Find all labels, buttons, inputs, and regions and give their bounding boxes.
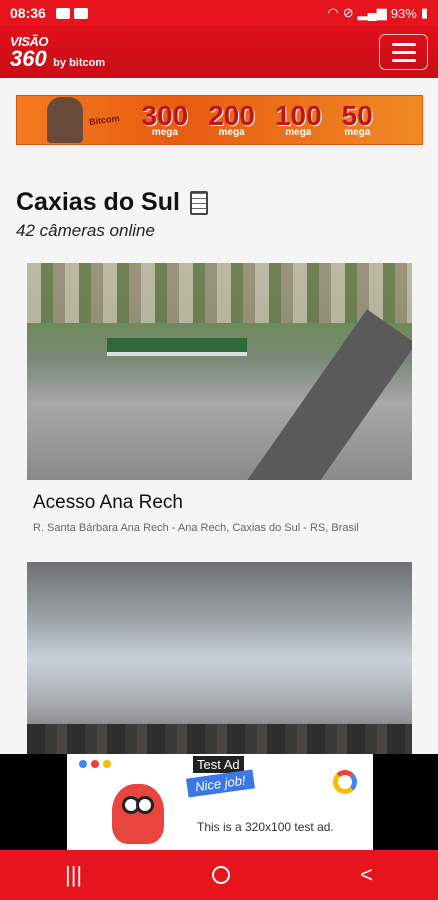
building-icon — [189, 190, 208, 215]
admob-logo-icon — [333, 770, 357, 794]
test-ad-banner[interactable]: Test Ad Nice job! This is a 320x100 test… — [67, 754, 373, 850]
back-button[interactable]: < — [360, 862, 373, 888]
thumbnail-houses — [27, 263, 412, 323]
camera-thumbnail[interactable] — [27, 562, 412, 779]
camera-title[interactable]: Acesso Ana Rech — [33, 492, 412, 514]
speed-offer: 200 mega — [208, 99, 255, 139]
camera-address: R. Santa Bárbara Ana Rech - Ana Rech, Ca… — [33, 522, 359, 534]
ad-text: This is a 320x100 test ad. — [197, 820, 334, 834]
menu-bar-icon — [391, 42, 416, 46]
battery-icon: ▮ — [420, 5, 428, 20]
speed-offer: 50 mega — [341, 99, 373, 139]
notification-icons — [55, 7, 88, 19]
battery-level: 93% — [390, 5, 417, 21]
status-right: ◠ ⊘ ▂▄▆ 93% ▮ — [327, 5, 428, 21]
camera-card[interactable] — [27, 562, 412, 779]
top-navbar: VISÃO 360 by bitcom — [0, 26, 438, 78]
recent-apps-button[interactable]: ||| — [65, 862, 82, 888]
notification-icon — [73, 7, 88, 19]
thumbnail-road — [217, 309, 412, 480]
speed-offer: 100 mega — [274, 99, 322, 139]
system-navigation-bar: ||| < — [0, 850, 438, 900]
logo-by: by bitcom — [53, 56, 106, 69]
banner-brand: Bitcom — [88, 112, 121, 128]
status-time: 08:36 — [10, 5, 46, 21]
city-heading: Caxias do Sul — [16, 188, 208, 217]
speed-offer: 300 mega — [141, 99, 189, 139]
notification-icon — [55, 7, 70, 19]
ad-label: Test Ad — [193, 756, 244, 773]
visao360-logo[interactable]: VISÃO 360 by bitcom — [10, 35, 105, 70]
status-bar: 08:36 ◠ ⊘ ▂▄▆ 93% ▮ — [0, 0, 438, 26]
thumbnail-gas-station — [107, 338, 247, 356]
mute-icon: ⊘ — [342, 5, 354, 20]
camera-thumbnail[interactable] — [27, 263, 412, 480]
page-title: Caxias do Sul — [16, 188, 180, 216]
home-button[interactable] — [212, 866, 231, 884]
menu-bar-icon — [391, 50, 416, 54]
wifi-icon: ◠ — [327, 5, 339, 20]
camera-card[interactable]: Acesso Ana Rech R. Santa Bárbara Ana Rec… — [27, 263, 412, 534]
banner-person-image — [47, 97, 83, 143]
menu-bar-icon — [391, 58, 416, 62]
signal-icon: ▂▄▆ — [357, 5, 387, 20]
hamburger-menu-button[interactable] — [379, 34, 428, 70]
promo-banner[interactable]: Bitcom 300 mega 200 mega 100 mega 50 mega — [16, 95, 423, 145]
ad-badge: Nice job! — [186, 769, 255, 798]
banner-speeds: 300 mega 200 mega 100 mega 50 mega — [141, 99, 373, 139]
ad-monster-illustration — [112, 784, 164, 844]
logo-line2: 360 — [10, 45, 47, 71]
cameras-online-count: 42 câmeras online — [16, 221, 155, 240]
ad-dots — [79, 760, 111, 768]
